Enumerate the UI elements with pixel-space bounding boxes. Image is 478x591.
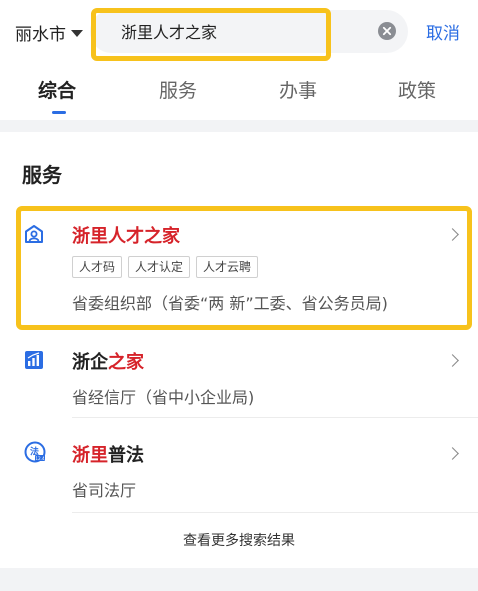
cancel-button[interactable]: 取消 xyxy=(426,19,460,44)
tag: 人才云聘 xyxy=(196,256,259,278)
result-title-part: 浙里人才之家 xyxy=(72,226,180,247)
result-item-enterprise-home[interactable]: 浙企之家 省经信厅（省中小企业局) xyxy=(0,344,478,424)
caret-down-icon xyxy=(71,29,83,37)
result-title-part: 浙企 xyxy=(72,352,108,373)
city-label: 丽水市 xyxy=(15,24,66,45)
search-header: 丽水市 取消 综合 服务 办事 政策 xyxy=(0,0,478,120)
clear-icon[interactable] xyxy=(378,22,396,40)
tab-all[interactable]: 综合 xyxy=(38,76,76,103)
result-title: 浙里人才之家 xyxy=(72,222,180,248)
tag: 人才码 xyxy=(72,256,123,278)
talent-home-icon xyxy=(25,225,43,243)
section-title: 服务 xyxy=(22,163,62,187)
result-title: 浙企之家 xyxy=(72,348,144,374)
law-badge-number: 12.4 xyxy=(35,456,45,461)
chevron-right-icon xyxy=(446,228,459,241)
result-subtitle: 省委组织部（省委“两 新”工委、省公务员局) xyxy=(72,294,388,313)
more-results-link[interactable]: 查看更多搜索结果 xyxy=(0,530,478,550)
result-title-part: 普法 xyxy=(108,445,144,466)
chevron-right-icon xyxy=(446,354,459,367)
active-tab-indicator xyxy=(52,111,66,114)
result-item-law[interactable]: 法 12.4 浙里普法 省司法厅 xyxy=(0,437,478,513)
result-title-part: 之家 xyxy=(108,352,144,373)
divider xyxy=(72,512,478,513)
chevron-right-icon xyxy=(446,447,459,460)
result-subtitle: 省司法厅 xyxy=(72,481,137,500)
results-card: 服务 浙里人才之家 人才码 人才认定 人才云聘 省委组织部（省委“两 新”工委、… xyxy=(0,132,478,568)
search-input[interactable] xyxy=(121,17,321,45)
result-title: 浙里普法 xyxy=(72,441,144,467)
result-subtitle: 省经信厅（省中小企业局) xyxy=(72,388,255,407)
tab-bar: 综合 服务 办事 政策 xyxy=(0,76,478,116)
result-tags: 人才码 人才认定 人才云聘 xyxy=(72,256,259,278)
tag: 人才认定 xyxy=(128,256,191,278)
tab-affairs[interactable]: 办事 xyxy=(279,76,317,103)
law-badge-icon: 法 12.4 xyxy=(24,441,46,463)
result-title-part: 浙里 xyxy=(72,445,108,466)
city-selector[interactable]: 丽水市 xyxy=(15,19,83,45)
divider xyxy=(72,417,478,418)
tab-services[interactable]: 服务 xyxy=(159,76,197,103)
enterprise-chart-icon xyxy=(25,351,43,369)
result-item-talent-home[interactable]: 浙里人才之家 人才码 人才认定 人才云聘 省委组织部（省委“两 新”工委、省公务… xyxy=(0,220,478,320)
tab-policy[interactable]: 政策 xyxy=(398,76,436,103)
